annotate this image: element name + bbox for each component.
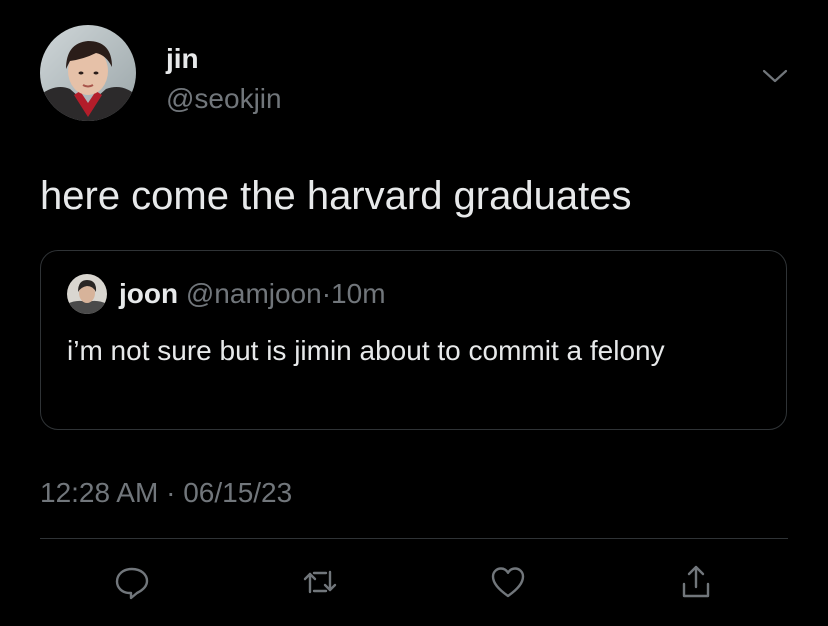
quote-separator: · xyxy=(321,278,332,309)
quote-avatar-image xyxy=(67,274,107,314)
timestamp-separator: · xyxy=(166,477,176,508)
tweet-date: 06/15/23 xyxy=(183,477,293,508)
quote-time: 10m xyxy=(331,278,386,309)
retweet-icon xyxy=(303,570,337,594)
reply-button[interactable] xyxy=(110,560,154,604)
quoted-tweet-card[interactable]: joon @namjoon·10m i’m not sure but is ji… xyxy=(40,250,787,430)
more-options-button[interactable] xyxy=(762,66,788,86)
author-avatar-image xyxy=(40,25,136,121)
author-handle[interactable]: @seokjin xyxy=(166,82,282,116)
quote-author-handle[interactable]: @namjoon xyxy=(186,278,322,309)
author-display-name[interactable]: jin xyxy=(166,42,199,76)
quote-header: joon @namjoon·10m xyxy=(119,277,386,311)
tweet-time: 12:28 AM xyxy=(40,477,159,508)
share-icon xyxy=(682,565,710,598)
tweet-timestamp[interactable]: 12:28 AM · 06/15/23 xyxy=(40,476,292,510)
tweet-text: here come the harvard graduates xyxy=(40,174,632,218)
heart-icon xyxy=(491,567,525,598)
reply-icon xyxy=(115,567,149,600)
retweet-button[interactable] xyxy=(298,560,342,604)
quote-author-name[interactable]: joon xyxy=(119,278,178,309)
quote-text: i’m not sure but is jimin about to commi… xyxy=(67,335,665,366)
author-avatar[interactable] xyxy=(40,25,136,121)
chevron-down-icon xyxy=(762,69,788,83)
like-button[interactable] xyxy=(486,560,530,604)
divider xyxy=(40,538,788,539)
quote-author-avatar xyxy=(67,274,107,314)
share-button[interactable] xyxy=(674,560,718,604)
